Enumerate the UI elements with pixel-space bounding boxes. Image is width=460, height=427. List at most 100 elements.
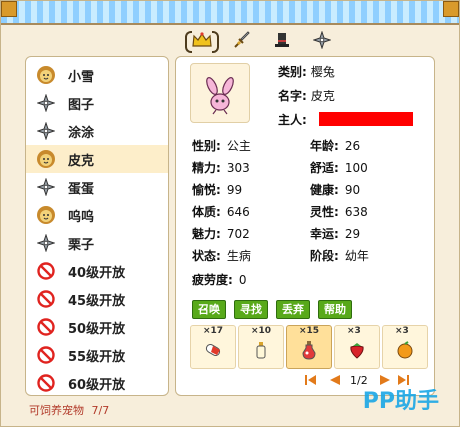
stat-label: 精力: (192, 161, 221, 175)
stat-value: 99 (226, 183, 243, 197)
first-page-button[interactable] (304, 373, 326, 387)
locked-slot: 55级开放 (26, 341, 168, 369)
lion-face-icon (36, 65, 56, 85)
discard-button[interactable]: 丢弃 (276, 300, 310, 319)
stat-value: 0 (238, 273, 247, 287)
locked-slot: 50级开放 (26, 313, 168, 341)
stat-luck: 幸运: 29 (310, 225, 360, 242)
no-entry-icon (36, 345, 56, 365)
item-slots: ×17 ×10 ×15 ×3 ×3 (190, 325, 428, 369)
stat-value: 26 (344, 139, 361, 153)
stat-label: 状态: (192, 249, 221, 263)
owner-label: 主人: (278, 113, 307, 127)
summon-button[interactable]: 召唤 (192, 300, 226, 319)
no-entry-icon (36, 261, 56, 281)
item-quantity: ×3 (347, 326, 361, 336)
stat-value: 100 (344, 161, 368, 175)
name-label: 名字: (278, 89, 307, 103)
pet-list-item[interactable]: 小雪 (26, 61, 168, 89)
tab-shuriken[interactable] (309, 28, 335, 52)
item-slot[interactable]: ×3 (334, 325, 380, 369)
locked-slot: 60级开放 (26, 369, 168, 395)
stat-status: 状态: 生病 (192, 247, 251, 264)
no-entry-icon (36, 289, 56, 309)
locked-slot-label: 45级开放 (68, 293, 126, 309)
lion-face-icon (36, 205, 56, 225)
stat-energy: 精力: 303 (192, 159, 250, 176)
item-slot[interactable]: ×17 (190, 325, 236, 369)
pet-name: 蛋蛋 (68, 181, 95, 197)
stat-value: 公主 (226, 139, 251, 153)
tab-sword[interactable] (229, 28, 255, 52)
item-quantity: ×3 (395, 326, 409, 336)
stat-value: 29 (344, 227, 361, 241)
stat-charm: 魅力: 702 (192, 225, 250, 242)
tab-hat[interactable] (269, 28, 295, 52)
pet-name: 皮克 (68, 153, 95, 169)
watermark: PP助手 (362, 389, 439, 414)
stat-value: 638 (344, 205, 368, 219)
pet-capacity-count: 7/7 (91, 404, 110, 417)
stat-health: 健康: 90 (310, 181, 360, 198)
item-slot[interactable]: ×3 (382, 325, 428, 369)
category-label: 类别: (278, 65, 307, 79)
stat-constitution: 体质: 646 (192, 203, 250, 220)
pet-list-item[interactable]: 图子 (26, 89, 168, 117)
category-tabs (185, 28, 347, 54)
bottle-icon (256, 342, 266, 359)
shuriken-icon (36, 177, 56, 197)
pet-name: 涂涂 (68, 125, 95, 141)
tab-crown[interactable] (185, 28, 219, 53)
stat-label: 阶段: (310, 249, 339, 263)
shuriken-icon (36, 233, 56, 253)
locked-slot-label: 60级开放 (68, 377, 126, 393)
rabbit-pet-icon (206, 77, 234, 115)
owner-redaction (319, 112, 413, 126)
stat-label: 体质: (192, 205, 221, 219)
pet-capacity: 可饲养宠物 7/7 (29, 402, 109, 418)
stat-label: 灵性: (310, 205, 339, 219)
shuriken-icon (36, 121, 56, 141)
pet-list-item[interactable]: 呜呜 (26, 201, 168, 229)
stat-value: 646 (226, 205, 250, 219)
lion-face-icon (36, 149, 56, 169)
top-right-corner (443, 1, 459, 17)
name-value: 皮克 (310, 89, 335, 103)
pet-window: 小雪 图子 涂涂 皮克 蛋蛋 呜呜 栗子 40级开放 45级开放 50级开放 5… (0, 0, 460, 427)
pet-name: 栗子 (68, 237, 95, 253)
item-quantity: ×15 (299, 326, 320, 336)
pet-portrait (190, 63, 250, 123)
pet-list-item[interactable]: 蛋蛋 (26, 173, 168, 201)
help-button[interactable]: 帮助 (318, 300, 352, 319)
stat-value: 303 (226, 161, 250, 175)
locked-slot-label: 50级开放 (68, 321, 126, 337)
name-row: 名字: 皮克 (278, 87, 335, 104)
pet-detail-panel: 类别: 樱兔 名字: 皮克 主人: 性别: 公主 年龄: 26 精力: 303 舒适: 10… (175, 56, 435, 396)
stat-stage: 阶段: 幼年 (310, 247, 369, 264)
prev-page-button[interactable] (328, 373, 342, 387)
pet-list-item-selected[interactable]: 皮克 (26, 145, 168, 173)
no-entry-icon (36, 373, 56, 393)
item-quantity: ×10 (251, 326, 272, 336)
stat-label: 疲劳度: (192, 273, 233, 287)
shuriken-icon (36, 93, 56, 113)
locked-slot-label: 55级开放 (68, 349, 126, 365)
item-slot[interactable]: ×10 (238, 325, 284, 369)
stat-fatigue: 疲劳度: 0 (192, 271, 246, 288)
pet-list-item[interactable]: 涂涂 (26, 117, 168, 145)
capsule-icon (205, 344, 221, 356)
stat-label: 性别: (192, 139, 221, 153)
stat-label: 舒适: (310, 161, 339, 175)
hat-icon (275, 33, 289, 47)
pet-list-panel: 小雪 图子 涂涂 皮克 蛋蛋 呜呜 栗子 40级开放 45级开放 50级开放 5… (25, 56, 169, 396)
prev-page-icon (330, 375, 340, 385)
find-button[interactable]: 寻找 (234, 300, 268, 319)
category-row: 类别: 樱兔 (278, 63, 335, 80)
item-slot-selected[interactable]: ×15 (286, 325, 332, 369)
pet-name: 呜呜 (68, 209, 95, 225)
stat-label: 幸运: (310, 227, 339, 241)
shuriken-icon (313, 31, 331, 49)
pet-capacity-label: 可饲养宠物 (29, 404, 84, 417)
pet-name: 小雪 (68, 69, 95, 85)
pet-list-item[interactable]: 栗子 (26, 229, 168, 257)
